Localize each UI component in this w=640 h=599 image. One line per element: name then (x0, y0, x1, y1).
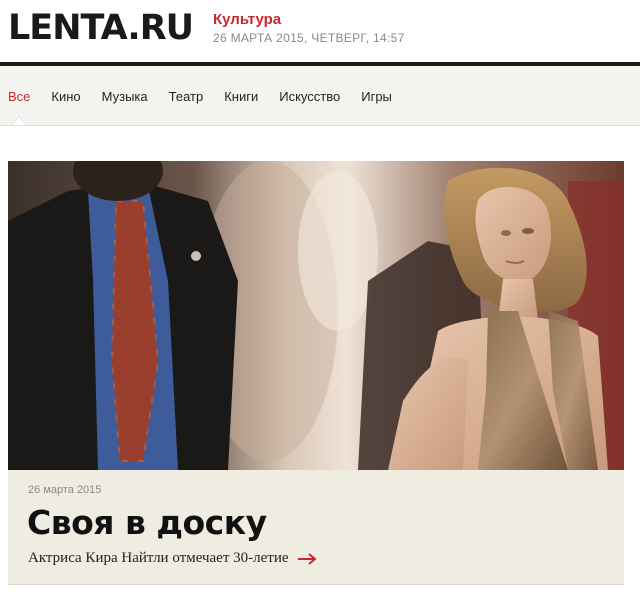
nav-item-art[interactable]: Искусство (279, 89, 340, 105)
nav-item-music[interactable]: Музыка (102, 89, 148, 105)
nav-item-books[interactable]: Книги (224, 89, 258, 105)
nav-item-games[interactable]: Игры (361, 89, 392, 105)
page: LENTA.RU Культура 26 МАРТА 2015, ЧЕТВЕРГ… (0, 0, 640, 599)
date-line: 26 МАРТА 2015, ЧЕТВЕРГ, 14:57 (213, 31, 405, 45)
story-caption: 26 марта 2015 Своя в доску Актриса Кира … (8, 470, 624, 585)
arrow-right-icon (297, 552, 317, 565)
story-photo-illustration (8, 161, 624, 470)
nav-item-all[interactable]: Все (8, 89, 30, 105)
site-header: LENTA.RU Культура 26 МАРТА 2015, ЧЕТВЕРГ… (0, 0, 640, 62)
nav-item-kino[interactable]: Кино (51, 89, 80, 105)
nav-list: Все Кино Музыка Театр Книги Искусство Иг… (8, 89, 413, 105)
story-photo[interactable] (8, 161, 624, 470)
story-lead[interactable]: Актриса Кира Найтли отмечает 30-летие (28, 549, 317, 567)
nav-caret (12, 117, 26, 125)
nav-item-theatre[interactable]: Театр (169, 89, 204, 105)
section-nav: Все Кино Музыка Театр Книги Искусство Иг… (0, 66, 640, 126)
site-logo[interactable]: LENTA.RU (8, 6, 194, 50)
story-lead-text: Актриса Кира Найтли отмечает 30-летие (28, 550, 289, 566)
top-story-card[interactable]: 26 марта 2015 Своя в доску Актриса Кира … (8, 161, 624, 585)
story-title[interactable]: Своя в доску (27, 503, 267, 543)
section-title[interactable]: Культура (213, 11, 281, 29)
story-date: 26 марта 2015 (28, 484, 102, 496)
